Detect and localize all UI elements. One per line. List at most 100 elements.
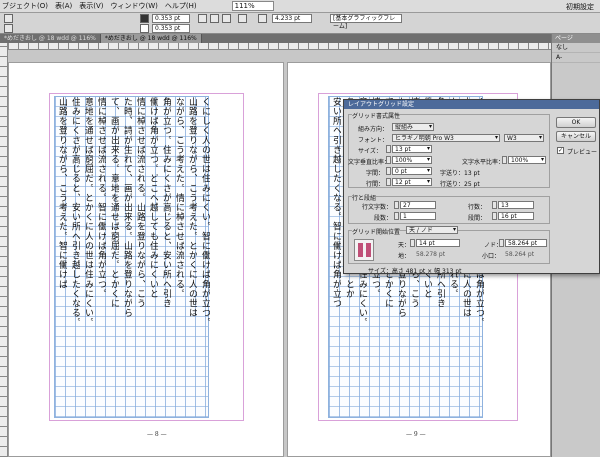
font-style-select[interactable]: W3 bbox=[504, 134, 544, 142]
gyokan-note: 行送り：25 pt bbox=[440, 181, 480, 188]
menu-bar: ブジェクト(O) 表(A) 表示(V) ウィンドウ(W) ヘルプ(H) 111%… bbox=[0, 0, 600, 13]
text-column: ながら、こう考えた。情に棹させば流される。 bbox=[174, 97, 184, 299]
folio-right: — 9 — bbox=[406, 431, 426, 438]
layout-grid-dialog: レイアウトグリッド設定 グリッド書式属性 組み方向： 縦組み フォント： ヒラギ… bbox=[343, 99, 600, 275]
cols-stepper[interactable] bbox=[394, 212, 399, 220]
align-center-icon[interactable] bbox=[210, 14, 219, 23]
pages-panel-item[interactable]: なし bbox=[552, 43, 600, 53]
size-status: サイズ：高さ 481 pt × 幅 313 pt bbox=[368, 268, 462, 275]
vscale-stepper[interactable] bbox=[386, 156, 391, 164]
inside-field[interactable]: 58.264 pt bbox=[505, 239, 547, 247]
aki-note: 字送り：13 pt bbox=[440, 170, 480, 177]
stroke-swatch-icon[interactable] bbox=[140, 24, 149, 33]
lines-stepper[interactable] bbox=[492, 201, 497, 209]
gyokan-label: 行間： bbox=[366, 181, 385, 188]
layout-grid-left: くにしく人の世は住みにくい。智に働けば角が立つ。 山路を登りながら、こう考えた。… bbox=[54, 96, 210, 418]
top-label: 天： bbox=[398, 242, 411, 249]
text-column: 山路を登りながら、こう考えた。とかくに人の世は bbox=[187, 97, 197, 318]
align-right-icon[interactable] bbox=[222, 14, 231, 23]
selection-tool-icon[interactable] bbox=[4, 14, 13, 23]
text-column: 働けば角が立つ。どこへ越しても住みにくいと bbox=[148, 97, 158, 299]
preview-label: プレビュー bbox=[567, 149, 598, 156]
grid-start-preview-icon bbox=[354, 239, 374, 261]
chars-field[interactable]: 27 bbox=[400, 201, 436, 209]
lines-label: 行数： bbox=[468, 204, 487, 211]
text-column: 安い所へ引き越したくなる。智に働けば角が立つ bbox=[331, 97, 341, 309]
direct-select-icon[interactable] bbox=[4, 24, 13, 33]
direction-select[interactable]: 縦組み bbox=[392, 123, 434, 131]
stroke-weight-field[interactable]: 0.353 pt bbox=[152, 14, 190, 23]
menu-table[interactable]: 表(A) bbox=[55, 1, 72, 11]
text-column: 山路を登りながら、こう考えた。智に働けば bbox=[57, 97, 67, 289]
gutter-field[interactable]: 16 pt bbox=[498, 212, 534, 220]
vertical-ruler[interactable] bbox=[0, 43, 8, 457]
gyokan-stepper[interactable] bbox=[386, 178, 391, 186]
document-tab-active[interactable]: *めだきおし @ 18 wdd @ 116% bbox=[100, 34, 202, 43]
menu-object[interactable]: ブジェクト(O) bbox=[2, 1, 48, 11]
pages-panel-header[interactable]: ページ bbox=[552, 34, 600, 43]
document-tab-bar: *めだきおし @ 18 wdd @ 116% *めだきおし @ 18 wdd @… bbox=[0, 34, 551, 43]
size-stepper[interactable] bbox=[386, 145, 391, 153]
top-field[interactable]: 14 pt bbox=[416, 239, 460, 247]
vscale-label: 文字垂直比率： bbox=[348, 159, 391, 166]
font-label: フォント： bbox=[358, 137, 389, 144]
bottom-value: 58.278 pt bbox=[416, 251, 446, 258]
document-tab[interactable]: *めだきおし @ 18 wdd @ 116% bbox=[0, 34, 101, 43]
control-panel: 0.353 pt 0.353 pt 4.233 pt [基本グラフィックフレーム… bbox=[0, 13, 600, 34]
inside-stepper[interactable] bbox=[499, 239, 504, 247]
aki-field[interactable]: 0 pt bbox=[392, 167, 432, 175]
align-left-icon[interactable] bbox=[198, 14, 207, 23]
horizontal-ruler[interactable] bbox=[8, 43, 551, 50]
cols-label: 段数： bbox=[374, 215, 393, 222]
opacity-icon[interactable] bbox=[238, 14, 247, 23]
pages-panel-item[interactable]: A- bbox=[552, 53, 600, 63]
direction-label: 組み方向： bbox=[358, 126, 389, 133]
cols-field[interactable]: 1 bbox=[400, 212, 436, 220]
text-column: て、画が出来る。意地を通せば窮屈だ。とかくに bbox=[109, 97, 119, 309]
lines-field[interactable]: 13 bbox=[498, 201, 534, 209]
size-label: サイズ： bbox=[358, 148, 382, 155]
text-column: 角が立つ。住みにくさが高じると、安い所へ引き bbox=[161, 97, 171, 309]
gutter-stepper[interactable] bbox=[492, 212, 497, 220]
hscale-label: 文字水平比率： bbox=[462, 159, 505, 166]
text-column: くにしく人の世は住みにくい。智に働けば角が立つ。 bbox=[200, 97, 210, 328]
frame-size-field[interactable]: 4.233 pt bbox=[272, 14, 312, 23]
section-label: グリッド開始位置 bbox=[352, 227, 401, 236]
chars-stepper[interactable] bbox=[394, 201, 399, 209]
menu-window[interactable]: ウィンドウ(W) bbox=[111, 1, 158, 11]
folio-left: — 8 — bbox=[147, 431, 167, 438]
text-column: た時、詩が生れて、画が出来る。山路を登りながら bbox=[122, 97, 132, 318]
ok-button[interactable]: OK bbox=[556, 117, 596, 128]
section-label: グリッド書式属性 bbox=[352, 111, 401, 120]
object-style-select[interactable]: [基本グラフィックフレーム] bbox=[330, 14, 402, 30]
cancel-button[interactable]: キャンセル bbox=[556, 131, 596, 142]
fill-swatch-icon[interactable] bbox=[140, 14, 149, 23]
vscale-field[interactable]: 100% bbox=[392, 156, 432, 164]
size-field[interactable]: 13 pt bbox=[392, 145, 432, 153]
hscale-stepper[interactable] bbox=[502, 156, 507, 164]
stroke-type-field[interactable]: 0.353 pt bbox=[152, 24, 190, 33]
zoom-level-field[interactable]: 111% bbox=[231, 1, 274, 11]
aki-stepper[interactable] bbox=[386, 167, 391, 175]
text-column: 住みにくさが高じると、安い所へ引き越したくなる。 bbox=[70, 97, 80, 328]
page-left[interactable]: くにしく人の世は住みにくい。智に働けば角が立つ。 山路を登りながら、こう考えた。… bbox=[8, 62, 284, 457]
fx-icon[interactable] bbox=[258, 14, 267, 23]
menu-help[interactable]: ヘルプ(H) bbox=[165, 1, 197, 11]
hscale-field[interactable]: 100% bbox=[508, 156, 546, 164]
outside-label: 小口： bbox=[482, 253, 501, 260]
dialog-title[interactable]: レイアウトグリッド設定 bbox=[344, 100, 599, 109]
text-column: 情に棹させば流される。智に働けば角が立つ。 bbox=[96, 97, 106, 299]
gyokan-field[interactable]: 12 pt bbox=[392, 178, 432, 186]
outside-value: 58.264 pt bbox=[505, 251, 535, 258]
font-select[interactable]: ヒラギノ明朝 Pro W3 bbox=[392, 134, 500, 142]
workspace-switcher[interactable]: 初期設定 bbox=[566, 2, 594, 12]
section-label: 行と段組 bbox=[352, 193, 377, 202]
text-column: 意地を通せば窮屈だ。とかくに人の世は住みにくい。 bbox=[83, 97, 93, 328]
preview-checkbox[interactable]: ✓ bbox=[557, 147, 564, 154]
aki-label: 字間： bbox=[366, 170, 385, 177]
menu-view[interactable]: 表示(V) bbox=[79, 1, 103, 11]
gutter-label: 段間： bbox=[468, 215, 487, 222]
grid-start-select[interactable]: 天 / ノド bbox=[406, 226, 458, 234]
text-column: 情に棹させば流される。山路を登りながら、こう bbox=[135, 97, 145, 309]
top-stepper[interactable] bbox=[410, 239, 415, 247]
